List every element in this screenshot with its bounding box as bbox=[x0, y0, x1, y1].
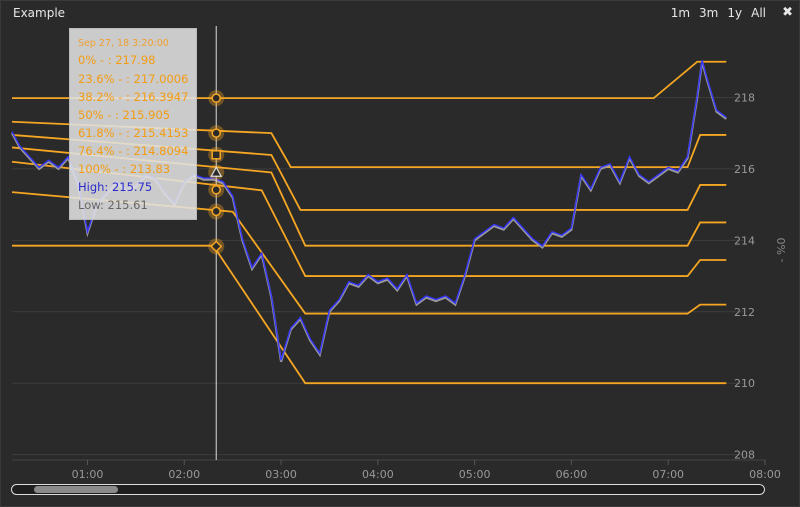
x-axis-ticks: 01:00 02:00 03:00 04:00 05:00 06:00 07:00 08:00 bbox=[72, 460, 781, 481]
x-tick-label: 05:00 bbox=[459, 468, 491, 481]
x-tick-label: 01:00 bbox=[72, 468, 104, 481]
y-tick-label: 214 bbox=[734, 234, 755, 247]
x-tick-label: 07:00 bbox=[652, 468, 684, 481]
x-tick-label: 06:00 bbox=[556, 468, 588, 481]
x-tick-label: 03:00 bbox=[265, 468, 297, 481]
y-axis-ticks: 208 210 212 214 216 218 bbox=[734, 91, 755, 461]
tooltip-level-38: 38.2% - : 216.3947 bbox=[78, 90, 189, 104]
y-tick-label: 212 bbox=[734, 306, 755, 319]
y-axis-title: - %0 bbox=[775, 238, 788, 263]
marker-circle bbox=[211, 206, 221, 217]
x-tick-label: 08:00 bbox=[749, 468, 781, 481]
tooltip: Sep 27, 18 3:20:00 0% - : 217.98 23.6% -… bbox=[69, 28, 197, 220]
y-tick-label: 216 bbox=[734, 163, 755, 176]
tooltip-low: Low: 215.61 bbox=[78, 198, 148, 212]
tooltip-level-76: 76.4% - : 214.8094 bbox=[78, 144, 189, 158]
marker-circle bbox=[211, 93, 221, 103]
y-tick-label: 218 bbox=[734, 91, 755, 104]
marker-circle bbox=[211, 185, 221, 195]
tooltip-level-50: 50% - : 215.905 bbox=[78, 108, 171, 122]
y-tick-label: 208 bbox=[734, 449, 755, 462]
navigator-scrollbar[interactable] bbox=[11, 484, 765, 495]
tooltip-level-0: 0% - : 217.98 bbox=[78, 53, 156, 67]
tooltip-high: High: 215.75 bbox=[78, 180, 153, 194]
tooltip-date: Sep 27, 18 3:20:00 bbox=[78, 38, 169, 49]
tooltip-level-23: 23.6% - : 217.0006 bbox=[78, 72, 189, 86]
marker-square bbox=[211, 150, 221, 160]
tooltip-level-100: 100% - : 213.83 bbox=[78, 162, 171, 176]
scrollbar-thumb[interactable] bbox=[34, 486, 118, 493]
y-tick-label: 210 bbox=[734, 377, 755, 390]
x-tick-label: 02:00 bbox=[168, 468, 200, 481]
marker-circle bbox=[211, 128, 221, 138]
tooltip-level-61: 61.8% - : 215.4153 bbox=[78, 126, 189, 140]
x-tick-label: 04:00 bbox=[362, 468, 394, 481]
